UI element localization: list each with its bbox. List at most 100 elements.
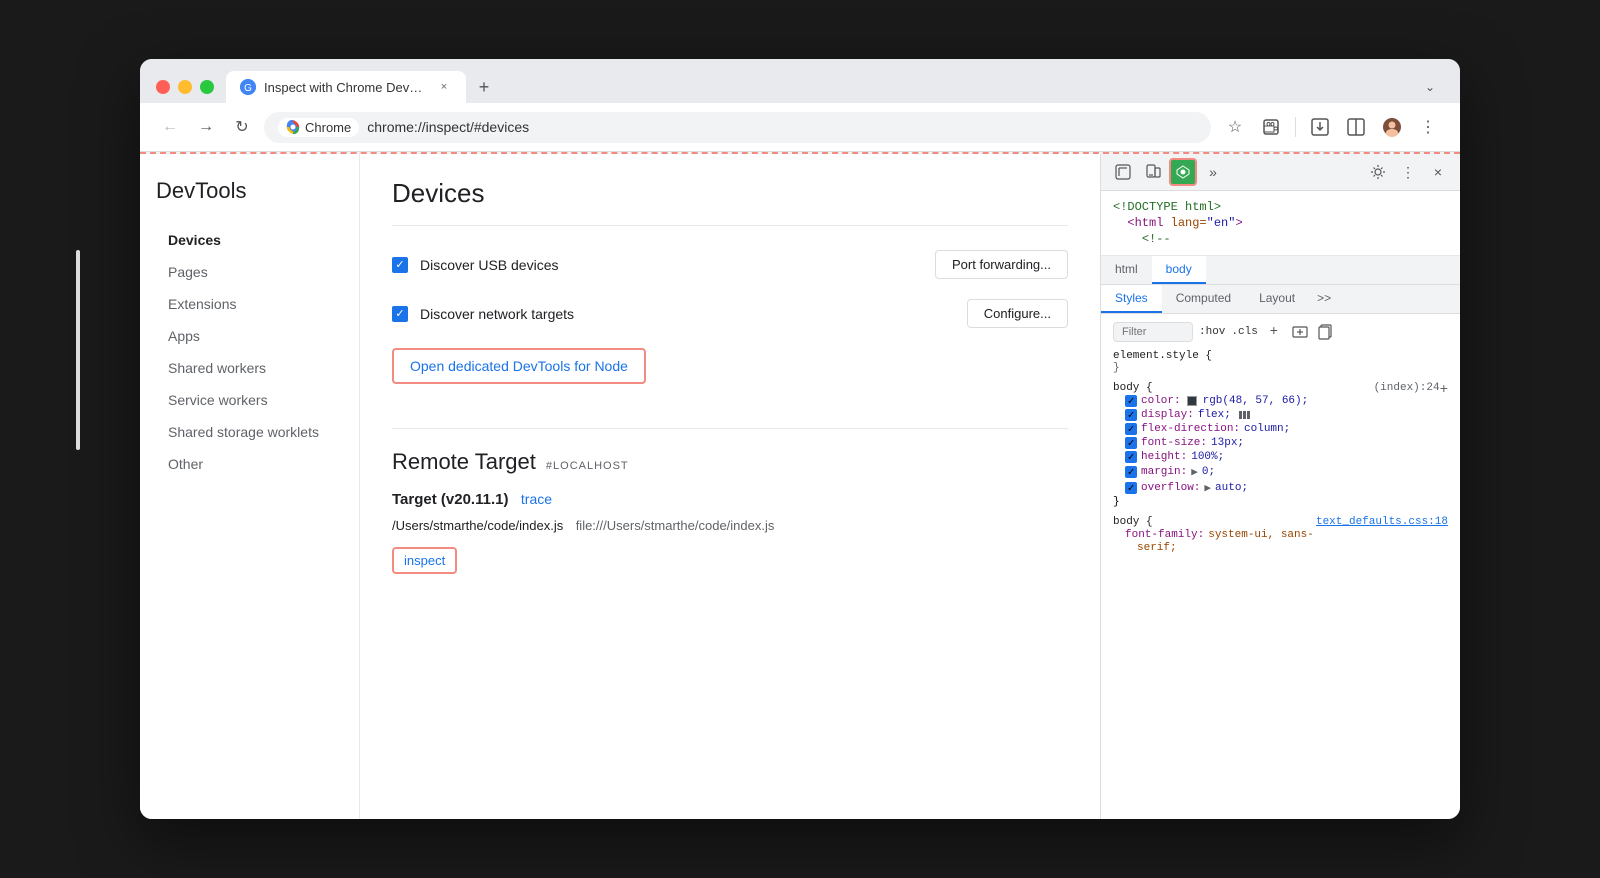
body2-selector: body { [1113,516,1153,528]
select-element-button[interactable] [1109,158,1137,186]
sidebar-item-service-workers[interactable]: Service workers [156,384,343,416]
sidebar-item-other[interactable]: Other [156,448,343,480]
sidebar-item-extensions[interactable]: Extensions [156,288,343,320]
section-divider [392,428,1068,429]
color-checkbox[interactable]: ✓ [1125,395,1137,407]
chrome-icon [286,120,300,134]
close-button[interactable] [156,80,170,94]
sidebar-item-shared-storage[interactable]: Shared storage worklets [156,416,343,448]
usb-checkbox[interactable]: ✓ [392,257,408,273]
tab-chevron-button[interactable]: ⌄ [1416,73,1444,101]
browser-tab[interactable]: G Inspect with Chrome Develop × [226,71,466,103]
overflow-checkbox[interactable]: ✓ [1125,482,1137,494]
margin-checkbox[interactable]: ✓ [1125,466,1137,478]
display-checkbox[interactable]: ✓ [1125,409,1137,421]
main-area: DevTools Devices Pages Extensions Apps [140,152,1460,819]
title-bar: G Inspect with Chrome Develop × + ⌄ [140,59,1460,103]
hov-button[interactable]: :hov [1199,326,1225,338]
split-view-button[interactable] [1340,111,1372,143]
tab-body[interactable]: body [1152,256,1206,284]
color-prop: ✓ color: rgb(48, 57, 66); [1113,394,1440,408]
forward-button[interactable]: → [192,113,220,141]
menu-button[interactable]: ⋮ [1412,111,1444,143]
html-tag-line: <html lang="en"> [1113,215,1448,231]
add-class-button[interactable]: + [1264,322,1284,342]
color-prop-name: color: [1141,395,1181,407]
display-prop-name: display: [1141,409,1194,421]
tab-close-button[interactable]: × [436,79,452,95]
download-icon [1311,118,1329,136]
port-forwarding-button[interactable]: Port forwarding... [935,250,1068,279]
sidebar-item-pages[interactable]: Pages [156,256,343,288]
network-option-row: ✓ Discover network targets Configure... [392,299,1068,328]
bookmark-button[interactable]: ☆ [1219,111,1251,143]
margin-arrow[interactable]: ▶ [1191,465,1198,479]
color-swatch[interactable] [1187,396,1197,406]
content-title: Devices [392,178,1068,226]
back-button[interactable]: ← [156,113,184,141]
open-devtools-node-link[interactable]: Open dedicated DevTools for Node [392,348,646,384]
text-defaults-link[interactable]: text_defaults.css:18 [1316,516,1448,528]
address-divider [1295,117,1296,137]
cls-button[interactable]: .cls [1231,326,1257,338]
tab-computed[interactable]: Computed [1162,285,1245,313]
new-rule-icon [1292,324,1308,340]
url-text: chrome://inspect/#devices [367,119,1197,135]
flex-direction-prop: ✓ flex-direction: column; [1113,422,1448,436]
menu-icon: ⋮ [1420,117,1436,137]
height-checkbox[interactable]: ✓ [1125,451,1137,463]
url-bar[interactable]: Chrome chrome://inspect/#devices [264,112,1211,143]
network-checkbox[interactable]: ✓ [392,306,408,322]
sidebar-item-apps[interactable]: Apps [156,320,343,352]
device-mode-icon [1145,164,1161,180]
inspect-link[interactable]: inspect [392,547,457,574]
font-size-prop-value: 13px; [1211,437,1244,449]
html-lang-attr: lang= [1171,216,1207,230]
tab-more[interactable]: >> [1309,285,1339,313]
target-trace-link[interactable]: trace [521,491,552,507]
gear-icon [1370,164,1386,180]
extension-button[interactable] [1255,111,1287,143]
flex-direction-checkbox[interactable]: ✓ [1125,423,1137,435]
font-size-checkbox[interactable]: ✓ [1125,437,1137,449]
html-comment-line: <!-- [1113,231,1448,247]
html-open-tag: <html [1127,216,1163,230]
maximize-button[interactable] [200,80,214,94]
font-size-prop: ✓ font-size: 13px; [1113,436,1448,450]
overflow-prop-value: auto; [1215,482,1248,494]
address-bar: ← → ↻ Chrome chrome://inspect/#devices [140,103,1460,152]
height-prop-value: 100%; [1191,451,1224,463]
more-tools-button[interactable]: » [1199,158,1227,186]
body2-selector-row: body { text_defaults.css:18 [1113,516,1448,528]
add-rule-button[interactable]: + [1440,382,1448,398]
device-mode-button[interactable] [1139,158,1167,186]
new-style-button[interactable] [1290,322,1310,342]
tab-layout[interactable]: Layout [1245,285,1309,313]
screenshot-button[interactable] [1304,111,1336,143]
html-lang-val: "en" [1207,216,1236,230]
sidebar-item-shared-workers[interactable]: Shared workers [156,352,343,384]
sidebar-item-devices[interactable]: Devices [156,224,343,256]
configure-button[interactable]: Configure... [967,299,1068,328]
reload-button[interactable]: ↻ [228,113,256,141]
new-tab-button[interactable]: + [470,73,498,101]
style-tabs: Styles Computed Layout >> [1101,285,1460,314]
minimize-button[interactable] [178,80,192,94]
font-family-prop-name: font-family: [1125,529,1204,541]
tab-styles[interactable]: Styles [1101,285,1162,313]
profile-button[interactable] [1376,111,1408,143]
browser-window: G Inspect with Chrome Develop × + ⌄ ← → … [140,59,1460,819]
close-devtools-button[interactable]: × [1424,158,1452,186]
settings-button[interactable] [1364,158,1392,186]
tabs-area: G Inspect with Chrome Develop × + ⌄ [226,71,1444,103]
elements-panel-button[interactable] [1169,158,1197,186]
remote-target-badge: #LOCALHOST [546,460,629,472]
network-label: Discover network targets [420,306,955,322]
overflow-arrow[interactable]: ▶ [1204,481,1211,495]
styles-filter-input[interactable] [1113,322,1193,342]
more-options-button[interactable]: ⋮ [1394,158,1422,186]
tab-html[interactable]: html [1101,256,1152,284]
copy-styles-button[interactable] [1316,322,1336,342]
element-style-selector: element.style { [1113,350,1448,362]
html-comment-text: <!-- [1142,232,1171,246]
